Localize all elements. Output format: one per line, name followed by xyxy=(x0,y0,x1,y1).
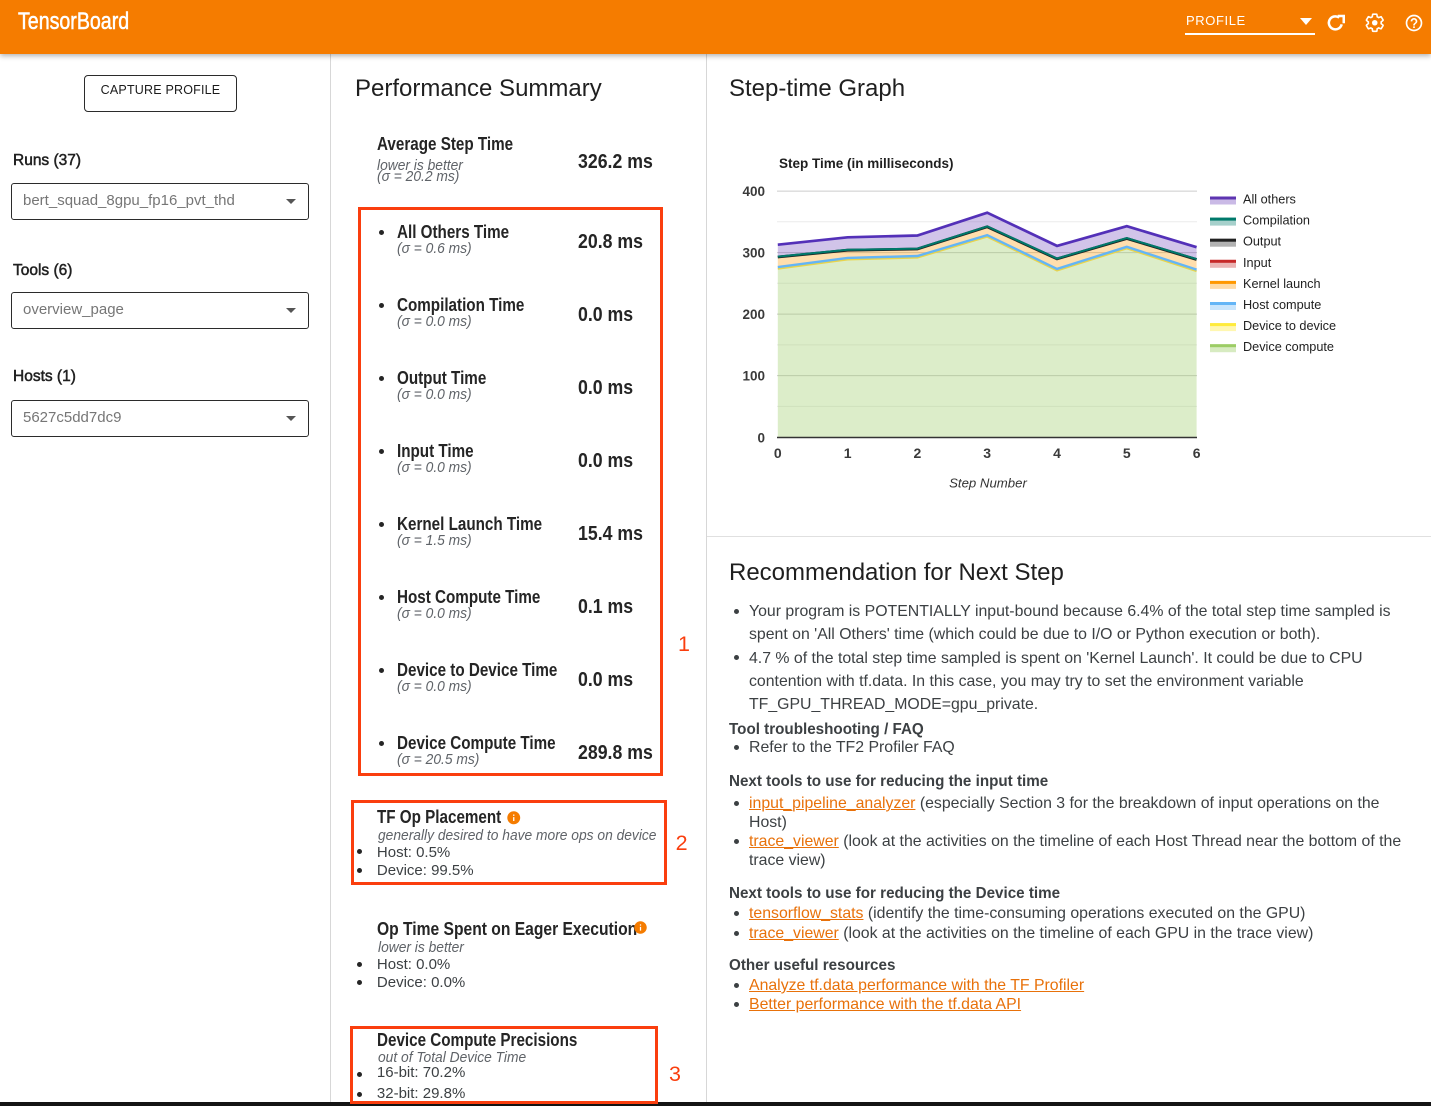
svg-text:4: 4 xyxy=(1053,445,1061,461)
svg-text:0: 0 xyxy=(774,445,782,461)
svg-text:Step Number: Step Number xyxy=(949,476,1027,491)
svg-text:1: 1 xyxy=(844,445,852,461)
svg-text:200: 200 xyxy=(742,307,765,322)
svg-text:Kernel launch: Kernel launch xyxy=(1243,277,1321,291)
svg-text:All others: All others xyxy=(1243,193,1296,207)
svg-text:6: 6 xyxy=(1193,445,1201,461)
svg-text:Step Time (in milliseconds): Step Time (in milliseconds) xyxy=(779,156,954,171)
svg-text:Host compute: Host compute xyxy=(1243,298,1321,312)
svg-text:0: 0 xyxy=(757,430,765,445)
svg-text:5: 5 xyxy=(1123,445,1131,461)
svg-text:3: 3 xyxy=(983,445,991,461)
svg-text:300: 300 xyxy=(742,245,765,260)
svg-text:Output: Output xyxy=(1243,235,1282,249)
svg-text:100: 100 xyxy=(742,368,765,383)
svg-text:Compilation: Compilation xyxy=(1243,214,1310,228)
svg-text:Device to device: Device to device xyxy=(1243,319,1336,333)
svg-text:Input: Input xyxy=(1243,256,1272,270)
svg-text:2: 2 xyxy=(914,445,922,461)
svg-text:400: 400 xyxy=(742,184,765,199)
svg-text:Device compute: Device compute xyxy=(1243,340,1334,354)
